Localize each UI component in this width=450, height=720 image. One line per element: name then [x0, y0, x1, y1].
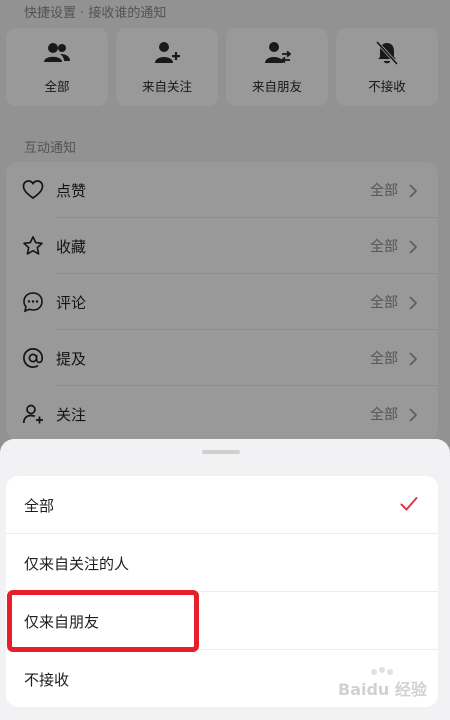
option-label: 全部	[24, 496, 55, 515]
option-all[interactable]: 全部	[6, 476, 438, 534]
drag-handle[interactable]	[202, 450, 240, 454]
watermark-text: Baidu 经验	[338, 680, 427, 699]
baidu-watermark: Baidu 经验	[332, 664, 428, 708]
option-following-only[interactable]: 仅来自关注的人	[6, 534, 438, 592]
annotation-highlight-box	[7, 590, 199, 652]
option-label: 仅来自关注的人	[24, 554, 130, 573]
option-label: 不接收	[24, 670, 70, 689]
checkmark-icon	[400, 497, 418, 511]
